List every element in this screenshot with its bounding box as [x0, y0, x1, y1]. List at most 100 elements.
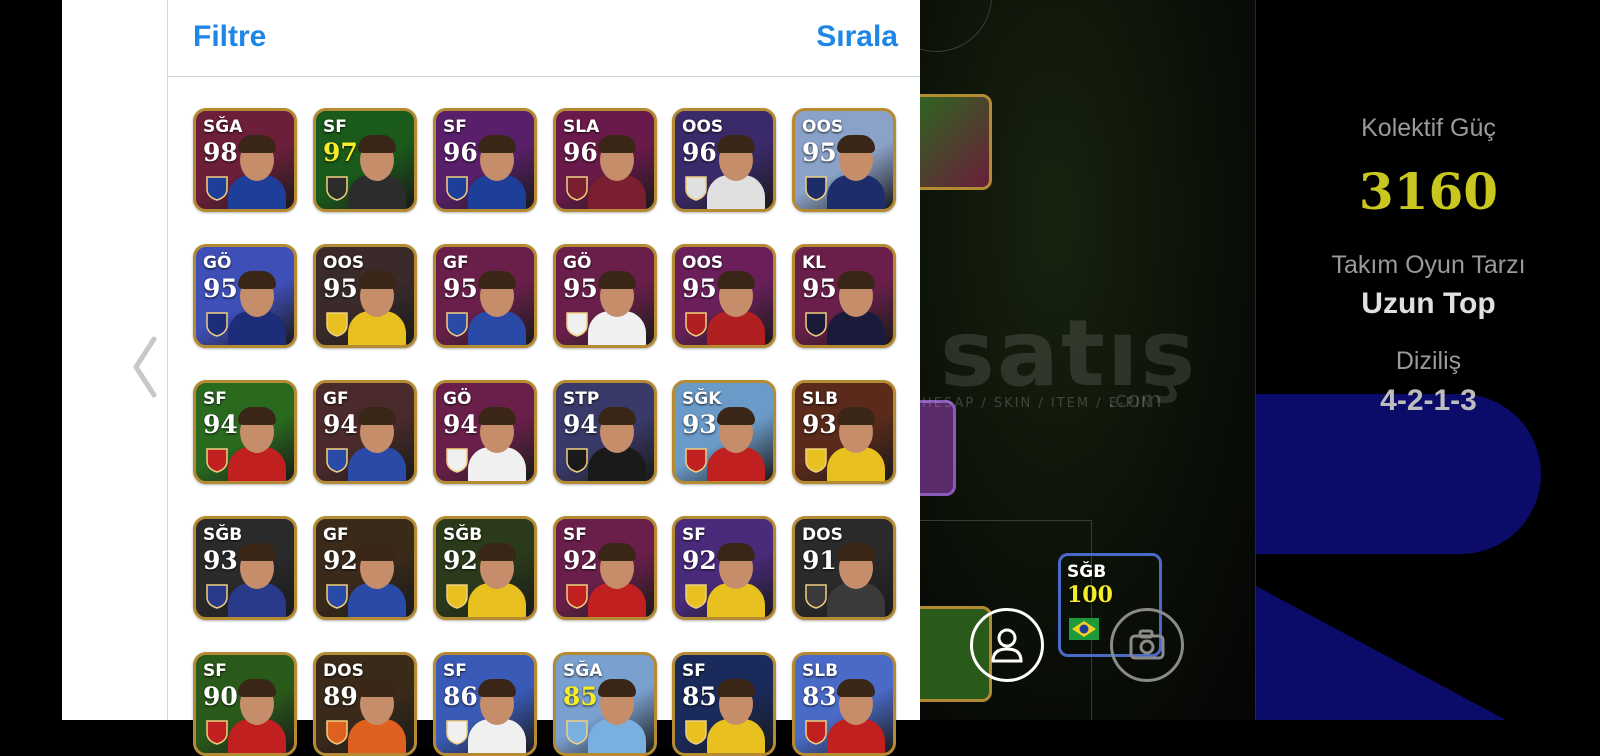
player-position: KL	[802, 253, 827, 273]
club-badge-icon	[564, 311, 590, 337]
player-card[interactable]: OOS 95	[792, 108, 896, 212]
player-position: SF	[682, 525, 706, 545]
team-info-panel: Kolektif Güç 3160 Takım Oyun Tarzı Uzun …	[1255, 0, 1600, 720]
player-card[interactable]: SĞB 92	[433, 516, 537, 620]
player-card[interactable]: SF 92	[672, 516, 776, 620]
club-badge-icon	[803, 175, 829, 201]
field-player-card[interactable]	[920, 94, 992, 190]
back-chevron-icon[interactable]	[128, 332, 162, 402]
player-rating: 94	[203, 410, 238, 439]
player-position: SĞK	[682, 389, 722, 409]
club-badge-icon	[204, 447, 230, 473]
player-card[interactable]: SF 92	[553, 516, 657, 620]
player-card[interactable]: SF 94	[193, 380, 297, 484]
player-card[interactable]: KL 95	[792, 244, 896, 348]
club-badge-icon	[564, 447, 590, 473]
player-card[interactable]: SĞB 93	[193, 516, 297, 620]
player-position: SF	[323, 117, 347, 137]
club-badge-icon	[683, 311, 709, 337]
player-position: OOS	[682, 253, 724, 273]
club-badge-icon	[204, 583, 230, 609]
club-badge-icon	[204, 175, 230, 201]
sort-button[interactable]: Sırala	[816, 20, 898, 54]
formation-label: Diziliş	[1395, 347, 1462, 375]
player-card[interactable]: SF 96	[433, 108, 537, 212]
player-rating: 92	[323, 546, 358, 575]
player-rating: 92	[682, 546, 717, 575]
person-icon	[991, 628, 1023, 663]
player-position: OOS	[682, 117, 724, 137]
club-badge-icon	[683, 175, 709, 201]
player-rating: 95	[802, 274, 837, 303]
player-card[interactable]: SĞK 93	[672, 380, 776, 484]
player-rating: 100	[1067, 582, 1113, 608]
player-rating: 96	[443, 138, 478, 167]
player-position: GF	[323, 525, 349, 545]
player-rating: 95	[563, 274, 598, 303]
player-card[interactable]: GF 92	[313, 516, 417, 620]
player-position: SĞA	[563, 661, 603, 681]
field-player-card[interactable]	[920, 400, 956, 496]
player-position: GÖ	[443, 389, 472, 409]
filter-button[interactable]: Filtre	[193, 20, 266, 54]
player-card[interactable]: SLB 93	[792, 380, 896, 484]
player-position: SĞB	[443, 525, 483, 545]
player-rating: 95	[443, 274, 478, 303]
player-card[interactable]: SF 90	[193, 652, 297, 756]
player-rating: 85	[682, 682, 717, 711]
player-position: SLA	[563, 117, 600, 137]
player-rating: 93	[802, 410, 837, 439]
player-card[interactable]: SLA 96	[553, 108, 657, 212]
player-position: GF	[443, 253, 469, 273]
club-badge-icon	[803, 447, 829, 473]
club-badge-icon	[444, 583, 470, 609]
player-position: SĞA	[203, 117, 243, 137]
player-position: DOS	[802, 525, 843, 545]
player-position: SF	[443, 117, 467, 137]
player-card[interactable]: STP 94	[553, 380, 657, 484]
club-badge-icon	[803, 311, 829, 337]
player-card[interactable]: SĞA 98	[193, 108, 297, 212]
player-card[interactable]: GÖ 95	[553, 244, 657, 348]
club-badge-icon	[803, 583, 829, 609]
player-card[interactable]: SLB 83	[792, 652, 896, 756]
player-card[interactable]: SF 85	[672, 652, 776, 756]
formation-value: 4-2-1-3	[1380, 384, 1477, 417]
player-card[interactable]: OOS 95	[313, 244, 417, 348]
player-card[interactable]: GF 94	[313, 380, 417, 484]
camera-button[interactable]	[1110, 608, 1184, 682]
player-rating: 91	[802, 546, 837, 575]
player-rating: 92	[443, 546, 478, 575]
player-rating: 98	[203, 138, 238, 167]
player-card[interactable]: DOS 91	[792, 516, 896, 620]
player-rating: 95	[203, 274, 238, 303]
player-rating: 90	[203, 682, 238, 711]
player-position: SĞB	[203, 525, 243, 545]
player-rating: 93	[203, 546, 238, 575]
player-card[interactable]: OOS 95	[672, 244, 776, 348]
player-position: DOS	[323, 661, 364, 681]
player-position: GF	[323, 389, 349, 409]
player-card[interactable]: GÖ 94	[433, 380, 537, 484]
player-card[interactable]: GÖ 95	[193, 244, 297, 348]
profile-button[interactable]	[970, 608, 1044, 682]
player-position: OOS	[323, 253, 365, 273]
club-badge-icon	[324, 719, 350, 745]
player-rating: 95	[323, 274, 358, 303]
club-badge-icon	[324, 175, 350, 201]
player-card[interactable]: OOS 96	[672, 108, 776, 212]
club-badge-icon	[204, 719, 230, 745]
player-card[interactable]: GF 95	[433, 244, 537, 348]
club-badge-icon	[324, 447, 350, 473]
player-card[interactable]: SF 97	[313, 108, 417, 212]
player-position: OOS	[802, 117, 844, 137]
player-card[interactable]: SF 86	[433, 652, 537, 756]
player-card[interactable]: SĞA 85	[553, 652, 657, 756]
club-badge-icon	[444, 311, 470, 337]
club-badge-icon	[683, 447, 709, 473]
club-badge-icon	[803, 719, 829, 745]
club-badge-icon	[444, 447, 470, 473]
player-card[interactable]: DOS 89	[313, 652, 417, 756]
club-badge-icon	[564, 175, 590, 201]
player-position: SF	[203, 389, 227, 409]
